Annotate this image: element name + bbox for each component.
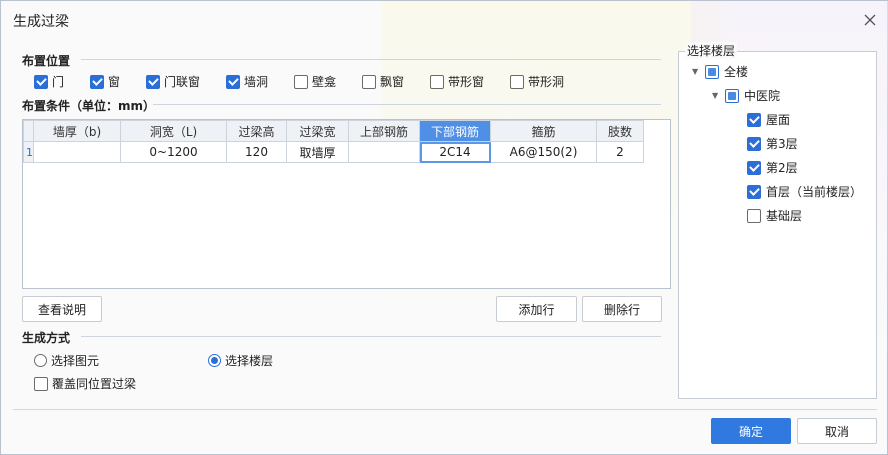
- table-row[interactable]: 1 0~1200 120 取墙厚 2C14 A6@150(2) 2: [23, 141, 644, 163]
- checkbox-icon: [146, 74, 160, 89]
- tree-node-floor-1[interactable]: 首层（当前楼层）: [747, 183, 862, 200]
- collapse-triangle-icon[interactable]: ▼: [712, 91, 720, 100]
- table-cell[interactable]: A6@150(2): [490, 141, 597, 163]
- radio-select-element[interactable]: 选择图元: [34, 352, 99, 369]
- checkbox-label: 带形洞: [528, 75, 565, 89]
- table-cell[interactable]: [348, 141, 420, 163]
- delete-row-button[interactable]: 删除行: [582, 296, 662, 322]
- tree-node-label: 全楼: [724, 65, 749, 79]
- placement-section-label: 布置位置: [22, 54, 71, 68]
- conditions-section-label: 布置条件（单位：mm）: [22, 99, 156, 113]
- checkbox-icon: [226, 74, 240, 89]
- tree-node-label: 中医院: [744, 89, 781, 103]
- conditions-grid: 墙厚（b) 洞宽（L) 过梁高 过梁宽 上部钢筋 下部钢筋 箍筋 肢数 1 0~…: [22, 119, 671, 289]
- generate-divider: [81, 336, 661, 337]
- checkbox-icon[interactable]: [747, 112, 761, 127]
- table-header-row: 墙厚（b) 洞宽（L) 过梁高 过梁宽 上部钢筋 下部钢筋 箍筋 肢数: [23, 120, 644, 142]
- tree-node-label: 基础层: [766, 209, 803, 223]
- placement-checkbox-door[interactable]: 门: [34, 73, 64, 90]
- radio-label: 选择图元: [51, 354, 100, 368]
- column-header-opening-width[interactable]: 洞宽（L): [120, 120, 227, 142]
- placement-checkbox-strip-window[interactable]: 带形窗: [430, 73, 484, 90]
- placement-divider: [81, 59, 661, 60]
- column-header-lintel-width[interactable]: 过梁宽: [286, 120, 349, 142]
- checkbox-icon[interactable]: [747, 136, 761, 151]
- checkbox-icon: [294, 74, 308, 89]
- checkbox-label: 窗: [108, 75, 121, 89]
- placement-checkbox-door-window[interactable]: 门联窗: [146, 73, 200, 90]
- corner-cell: [23, 120, 34, 142]
- tree-node-label: 首层（当前楼层）: [766, 185, 863, 199]
- checkbox-icon: [34, 74, 48, 89]
- checkbox-label: 门联窗: [164, 75, 201, 89]
- checkbox-icon[interactable]: [747, 184, 761, 199]
- checkbox-icon: [510, 74, 524, 89]
- generate-section-label: 生成方式: [22, 331, 71, 345]
- footer-divider: [13, 409, 877, 410]
- checkbox-icon[interactable]: [725, 88, 739, 103]
- table-cell[interactable]: 0~1200: [120, 141, 227, 163]
- column-header-legs[interactable]: 肢数: [596, 120, 644, 142]
- overwrite-checkbox[interactable]: 覆盖同位置过梁: [34, 375, 136, 392]
- tree-node-floor-foundation[interactable]: 基础层: [747, 207, 802, 224]
- placement-checkbox-wall-opening[interactable]: 墙洞: [226, 73, 268, 90]
- help-button[interactable]: 查看说明: [22, 296, 102, 322]
- radio-icon: [34, 354, 47, 367]
- collapse-triangle-icon[interactable]: ▼: [692, 67, 700, 76]
- checkbox-icon[interactable]: [747, 208, 761, 223]
- placement-checkbox-bay-window[interactable]: 飘窗: [362, 73, 404, 90]
- tree-node-floor-2[interactable]: 第2层: [747, 159, 798, 176]
- checkbox-icon: [34, 376, 48, 391]
- tree-node-label: 屋面: [766, 113, 791, 127]
- tree-node-project[interactable]: ▼ 中医院: [712, 87, 780, 104]
- placement-checkbox-window[interactable]: 窗: [90, 73, 120, 90]
- checkbox-icon[interactable]: [705, 64, 719, 79]
- radio-icon: [208, 354, 221, 367]
- checkbox-icon: [362, 74, 376, 89]
- placement-checkbox-niche[interactable]: 壁龛: [294, 73, 336, 90]
- generate-lintel-dialog: 生成过梁 布置位置 门 窗 门联窗 墙洞 壁龛 飘窗 带形窗 带形洞 布置条件（…: [0, 0, 888, 455]
- conditions-divider: [153, 104, 661, 105]
- radio-label: 选择楼层: [225, 354, 274, 368]
- checkbox-label: 飘窗: [380, 75, 405, 89]
- column-header-wall-thickness[interactable]: 墙厚（b): [33, 120, 121, 142]
- table-cell[interactable]: 120: [226, 141, 287, 163]
- column-header-lintel-height[interactable]: 过梁高: [226, 120, 287, 142]
- checkbox-label: 门: [52, 75, 65, 89]
- column-header-stirrup[interactable]: 箍筋: [490, 120, 597, 142]
- checkbox-icon: [90, 74, 104, 89]
- tree-node-label: 第3层: [766, 137, 798, 151]
- close-icon[interactable]: [859, 9, 881, 31]
- table-cell[interactable]: 2: [596, 141, 644, 163]
- table-cell[interactable]: [33, 141, 121, 163]
- column-header-top-rebar[interactable]: 上部钢筋: [348, 120, 420, 142]
- table-cell[interactable]: 取墙厚: [286, 141, 349, 163]
- ok-button[interactable]: 确定: [711, 418, 791, 444]
- tree-node-floor-roof[interactable]: 屋面: [747, 111, 790, 128]
- tree-node-all-buildings[interactable]: ▼ 全楼: [692, 63, 748, 80]
- table-cell-selected[interactable]: 2C14: [419, 141, 491, 163]
- tree-node-label: 第2层: [766, 161, 798, 175]
- cancel-button[interactable]: 取消: [797, 418, 877, 444]
- tree-node-floor-3[interactable]: 第3层: [747, 135, 798, 152]
- row-index[interactable]: 1: [23, 141, 34, 163]
- checkbox-icon: [430, 74, 444, 89]
- checkbox-label: 墙洞: [244, 75, 269, 89]
- checkbox-label: 壁龛: [312, 75, 337, 89]
- radio-select-floor[interactable]: 选择楼层: [208, 352, 273, 369]
- checkbox-label: 覆盖同位置过梁: [52, 377, 137, 391]
- placement-checkbox-strip-opening[interactable]: 带形洞: [510, 73, 564, 90]
- checkbox-label: 带形窗: [448, 75, 485, 89]
- dialog-title: 生成过梁: [13, 14, 69, 30]
- conditions-table: 墙厚（b) 洞宽（L) 过梁高 过梁宽 上部钢筋 下部钢筋 箍筋 肢数 1 0~…: [23, 120, 644, 163]
- checkbox-icon[interactable]: [747, 160, 761, 175]
- floor-selection-label: 选择楼层: [685, 42, 738, 59]
- add-row-button[interactable]: 添加行: [496, 296, 577, 322]
- column-header-bottom-rebar[interactable]: 下部钢筋: [419, 120, 491, 142]
